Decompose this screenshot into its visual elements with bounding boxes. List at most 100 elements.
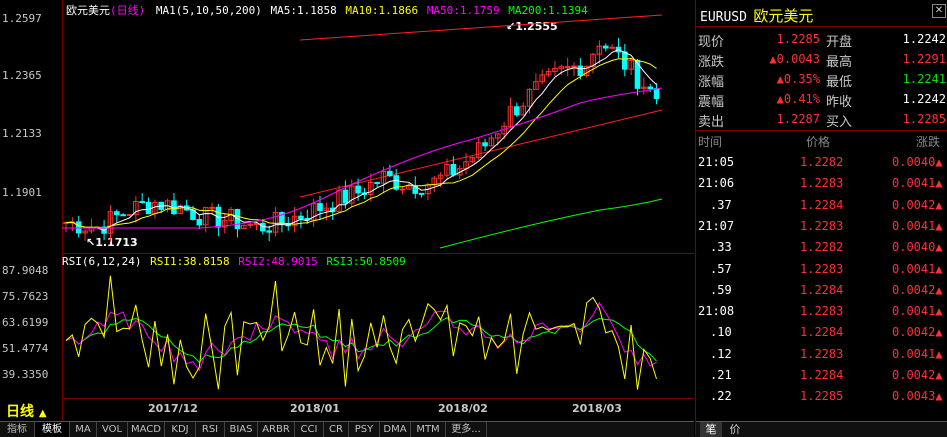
quote-value: ▲0.0043 (769, 52, 820, 66)
quote-label: 涨跌 (698, 55, 725, 70)
candle-body (399, 188, 406, 191)
candle-body (577, 65, 584, 76)
tick-price: 1.2285 (800, 389, 844, 404)
quote-value: 1.2241 (902, 72, 946, 86)
col-time-header: 时间 (698, 135, 723, 149)
tick-price: 1.2284 (800, 325, 844, 340)
tick-row: .37 1.2284 0.0042▲ (696, 195, 947, 216)
tick-row: .12 1.2283 0.0041▲ (696, 344, 947, 365)
tick-change: 0.0042▲ (892, 325, 943, 340)
tick-time: 21:06 (698, 176, 735, 191)
tick-time: .22 (710, 389, 732, 404)
tick-change: 0.0041▲ (892, 304, 943, 319)
candle-body (482, 142, 488, 147)
tick-price: 1.2283 (800, 261, 844, 276)
quote-value: ▲0.35% (776, 72, 820, 86)
tick-change: 0.0041▲ (892, 218, 943, 233)
candle-body (564, 66, 571, 69)
quote-label: 昨收 (826, 95, 853, 110)
candle-body (266, 230, 272, 233)
quote-value: 1.2291 (902, 52, 946, 66)
tab-item[interactable]: DMA (380, 422, 411, 437)
tick-time: .33 (710, 240, 732, 255)
quote-row: 涨幅 ▲0.35% 最低 1.2241 (696, 69, 947, 90)
quote-label: 最低 (826, 75, 853, 90)
symbol-name: 欧元美元 (753, 7, 814, 25)
tab-item[interactable]: MA (70, 422, 97, 437)
quote-value: 1.2242 (902, 92, 946, 106)
tab-item[interactable]: ARBR (258, 422, 295, 437)
tick-row: .22 1.2285 0.0043▲ (696, 386, 947, 407)
tick-change: 0.0042▲ (892, 282, 943, 297)
quote-row: 涨跌 ▲0.0043 最高 1.2291 (696, 49, 947, 70)
quote-row: 震幅 ▲0.41% 昨收 1.2242 (696, 89, 947, 110)
tab-indicator[interactable]: 指标 (0, 422, 35, 437)
tab-item[interactable]: VOL (97, 422, 128, 437)
candle-body (126, 214, 133, 217)
tab-item[interactable]: CR (324, 422, 349, 437)
tick-change: 0.0042▲ (892, 197, 943, 212)
divider (696, 26, 947, 27)
kline-chart[interactable]: 1.2597 1.2365 1.2133 1.1901 87.9048 75.7… (0, 0, 694, 420)
tab-price[interactable]: 价 (724, 422, 746, 437)
tab-item[interactable]: MACD (128, 422, 165, 437)
candle-body (571, 65, 577, 68)
tab-template[interactable]: 模板 (35, 422, 70, 437)
tick-row: .33 1.2282 0.0040▲ (696, 237, 947, 258)
resistance-trendline (299, 14, 663, 41)
panel-footer: 笔 价 (696, 421, 947, 437)
tick-price: 1.2284 (800, 282, 844, 297)
tick-price: 1.2284 (800, 197, 844, 212)
quote-row: 卖出 1.2287 买入 1.2285 (696, 109, 947, 130)
quote-label: 最高 (826, 55, 853, 70)
tick-time: .59 (710, 282, 732, 297)
tick-change: 0.0042▲ (892, 368, 943, 382)
col-change-header: 涨跌 (916, 135, 941, 149)
candle-body (602, 45, 609, 49)
candle-body (145, 201, 152, 215)
candle-body (209, 206, 215, 209)
tick-change: 0.0041▲ (892, 261, 943, 276)
col-price-header: 价格 (806, 135, 831, 149)
tick-price: 1.2283 (800, 218, 844, 233)
tick-row: 21:08 1.2283 0.0041▲ (696, 301, 947, 322)
candle-body (317, 203, 323, 212)
quote-label: 现价 (698, 35, 725, 50)
quote-label: 买入 (826, 115, 853, 130)
tick-price: 1.2282 (800, 155, 844, 169)
tick-price: 1.2283 (800, 346, 844, 361)
tab-tick[interactable]: 笔 (700, 422, 722, 437)
tick-time: 21:08 (698, 304, 735, 319)
candle-body (387, 170, 393, 177)
tick-row: .57 1.2283 0.0041▲ (696, 259, 947, 280)
tab-item[interactable]: BIAS (225, 422, 258, 437)
candle-body (418, 192, 425, 195)
candle-body (609, 46, 615, 49)
candle-body (196, 219, 203, 226)
candle-body (653, 88, 660, 100)
tick-change: 0.0043▲ (892, 389, 943, 404)
quote-value: 1.2287 (776, 112, 820, 126)
candle-body (298, 215, 304, 220)
tab-item[interactable]: RSI (196, 422, 225, 437)
tick-price: 1.2283 (800, 176, 844, 191)
rsi1-line (65, 275, 657, 390)
tick-price: 1.2283 (800, 304, 844, 319)
tab-item[interactable]: CCI (295, 422, 324, 437)
tab-item[interactable]: PSY (349, 422, 380, 437)
candle-body (374, 181, 380, 184)
quote-value: 1.2242 (902, 32, 946, 46)
tick-time: .37 (710, 197, 732, 212)
close-icon[interactable]: ✕ (932, 4, 946, 18)
tick-change: 0.0040▲ (892, 240, 943, 255)
quote-header: EURUSD 欧元美元 (700, 5, 813, 26)
rsi2-line (65, 301, 657, 372)
tab-item[interactable]: 更多... (446, 422, 487, 437)
tick-change: 0.0041▲ (892, 346, 943, 361)
tab-item[interactable]: KDJ (165, 422, 196, 437)
candle-body (114, 211, 120, 216)
candle-body (75, 221, 82, 234)
quote-label: 涨幅 (698, 75, 725, 90)
candle-body (342, 189, 349, 204)
tab-item[interactable]: MTM (411, 422, 446, 437)
